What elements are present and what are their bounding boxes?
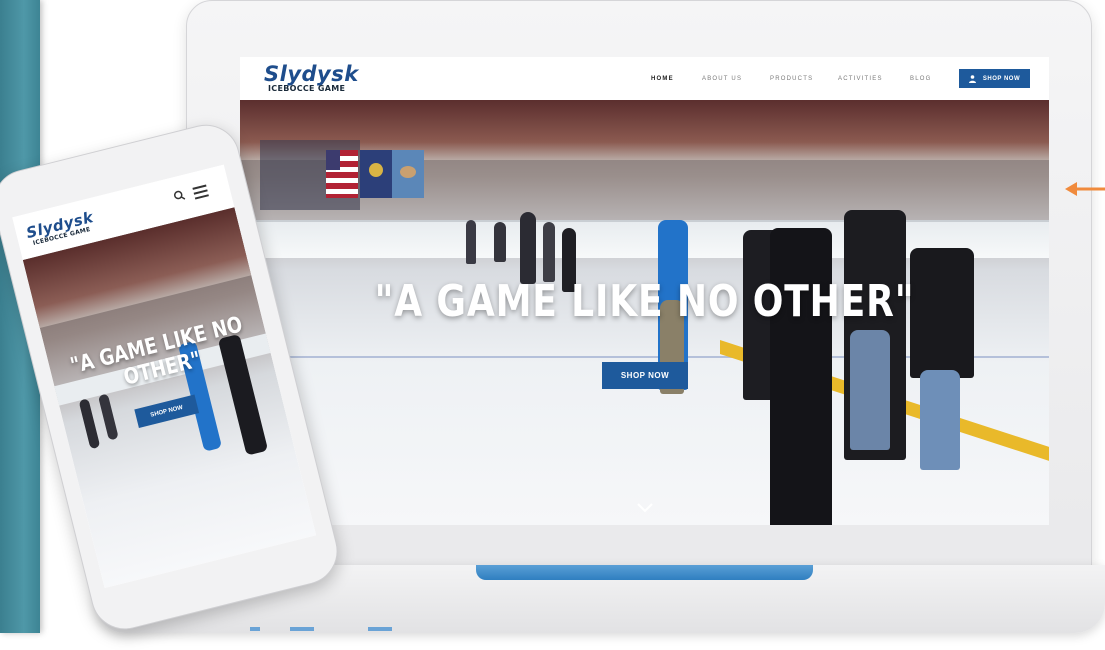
hamburger-menu-icon[interactable] — [192, 184, 209, 203]
hero-title: "A GAME LIKE NO OTHER" — [374, 276, 915, 327]
header-shop-now-button[interactable]: SHOP NOW — [959, 69, 1030, 88]
nav-item-about-us[interactable]: ABOUT US — [702, 76, 742, 82]
nav-item-products[interactable]: PRODUCTS — [770, 76, 813, 82]
logo-tagline: ICEBOCCE GAME — [268, 84, 346, 93]
hero-shop-now-button[interactable]: SHOP NOW — [602, 362, 688, 389]
taskbar-strip — [250, 624, 450, 633]
mobile-website-screen: Slydysk ICEBOCCE GAME "A GAME LIKE NO OT… — [12, 164, 317, 589]
hero-section: "A GAME LIKE NO OTHER" SHOP NOW — [240, 100, 1049, 525]
pointer-arrow-icon — [1065, 182, 1105, 196]
user-icon — [968, 74, 976, 83]
nav-item-activities[interactable]: ACTIVITIES — [838, 76, 883, 82]
desktop-website-screen: Slydysk ICEBOCCE GAME HOME ABOUT US PROD… — [240, 57, 1049, 525]
nav-item-home[interactable]: HOME — [651, 76, 674, 82]
site-logo[interactable]: Slydysk ICEBOCCE GAME — [264, 64, 359, 94]
mobile-hero-person-far-2 — [97, 393, 119, 441]
flag-state-icon — [360, 150, 392, 198]
search-icon[interactable] — [173, 189, 186, 202]
logo-wordmark: Slydysk — [264, 62, 359, 86]
mobile-hero-person-far — [78, 398, 101, 450]
flag-usa-icon — [326, 150, 358, 198]
flag-state-2-icon — [392, 150, 424, 198]
mobile-hero — [22, 207, 317, 589]
site-header: Slydysk ICEBOCCE GAME HOME ABOUT US PROD… — [240, 57, 1049, 100]
chevron-down-icon[interactable] — [636, 502, 654, 514]
nav-item-blog[interactable]: BLOG — [910, 76, 931, 82]
laptop-hinge — [476, 565, 813, 580]
header-shop-now-label: SHOP NOW — [982, 75, 1021, 82]
